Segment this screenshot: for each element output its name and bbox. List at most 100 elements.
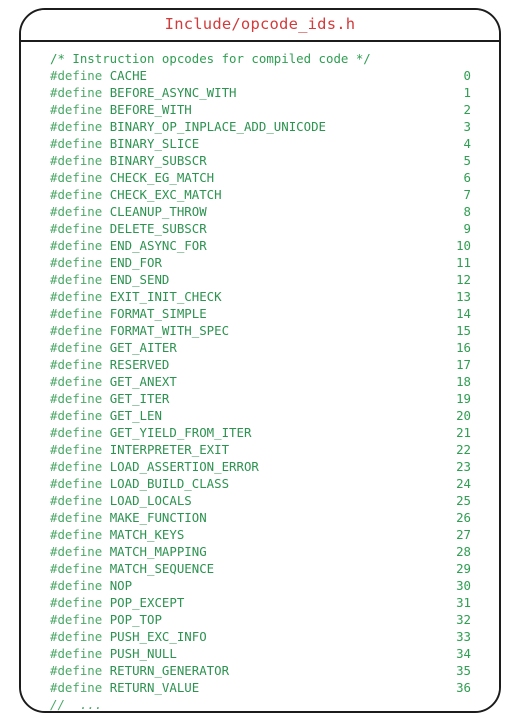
opcode-name: CACHE <box>109 68 147 83</box>
code-line-define: #define BINARY_SLICE 4 <box>21 135 499 152</box>
code-line-define: #define DELETE_SUBSCR 9 <box>21 220 499 237</box>
opcode-value: 5 <box>463 153 471 168</box>
code-line-define: #define PUSH_EXC_INFO 33 <box>21 628 499 645</box>
opcode-value: 11 <box>456 255 471 270</box>
code-line-define: #define GET_LEN 20 <box>21 407 499 424</box>
define-keyword: #define <box>50 629 110 644</box>
code-line-define: #define BEFORE_ASYNC_WITH 1 <box>21 84 499 101</box>
code-line-define: #define MAKE_FUNCTION 26 <box>21 509 499 526</box>
define-keyword: #define <box>50 391 110 406</box>
opcode-name: END_FOR <box>109 255 162 270</box>
define-keyword: #define <box>50 544 110 559</box>
define-keyword: #define <box>50 85 110 100</box>
opcode-value: 34 <box>456 646 471 661</box>
define-keyword: #define <box>50 238 110 253</box>
code-line-comment: /* Instruction opcodes for compiled code… <box>21 50 499 67</box>
opcode-value: 36 <box>456 680 471 695</box>
opcode-name: GET_ANEXT <box>109 374 177 389</box>
code-line-define: #define BINARY_OP_INPLACE_ADD_UNICODE 3 <box>21 118 499 135</box>
opcode-name: BEFORE_ASYNC_WITH <box>109 85 237 100</box>
screenshot-root: Include/opcode_ids.h /* Instruction opco… <box>0 0 519 723</box>
opcode-value: 25 <box>456 493 471 508</box>
define-keyword: #define <box>50 255 110 270</box>
opcode-name: EXIT_INIT_CHECK <box>109 289 222 304</box>
opcode-name: MATCH_MAPPING <box>109 544 207 559</box>
define-keyword: #define <box>50 561 110 576</box>
define-keyword: #define <box>50 170 110 185</box>
opcode-name: MAKE_FUNCTION <box>109 510 207 525</box>
code-line-define: #define GET_YIELD_FROM_ITER 21 <box>21 424 499 441</box>
opcode-name: FORMAT_SIMPLE <box>109 306 207 321</box>
file-card-titlebar: Include/opcode_ids.h <box>21 10 499 42</box>
code-line-define: #define CHECK_EG_MATCH 6 <box>21 169 499 186</box>
opcode-name: END_SEND <box>109 272 170 287</box>
define-keyword: #define <box>50 578 110 593</box>
define-keyword: #define <box>50 663 110 678</box>
define-keyword: #define <box>50 408 110 423</box>
opcode-name: FORMAT_WITH_SPEC <box>109 323 230 338</box>
code-line-define: #define POP_EXCEPT 31 <box>21 594 499 611</box>
opcode-name: BINARY_SUBSCR <box>109 153 207 168</box>
code-line-define: #define INTERPRETER_EXIT 22 <box>21 441 499 458</box>
opcode-value: 31 <box>456 595 471 610</box>
define-keyword: #define <box>50 527 110 542</box>
code-line-define: #define RESERVED 17 <box>21 356 499 373</box>
code-line-define: #define BINARY_SUBSCR 5 <box>21 152 499 169</box>
define-keyword: #define <box>50 102 110 117</box>
opcode-name: GET_AITER <box>109 340 177 355</box>
opcode-name: PUSH_NULL <box>109 646 177 661</box>
define-keyword: #define <box>50 136 110 151</box>
opcode-value: 3 <box>463 119 471 134</box>
opcode-value: 17 <box>456 357 471 372</box>
define-keyword: #define <box>50 187 110 202</box>
code-line-define: #define LOAD_ASSERTION_ERROR 23 <box>21 458 499 475</box>
opcode-value: 30 <box>456 578 471 593</box>
code-line-define: #define PUSH_NULL 34 <box>21 645 499 662</box>
code-line-define: #define BEFORE_WITH 2 <box>21 101 499 118</box>
define-keyword: #define <box>50 119 110 134</box>
define-keyword: #define <box>50 476 110 491</box>
code-line-define: #define POP_TOP 32 <box>21 611 499 628</box>
opcode-name: POP_EXCEPT <box>109 595 185 610</box>
file-path-title: Include/opcode_ids.h <box>164 15 356 34</box>
opcode-value: 12 <box>456 272 471 287</box>
opcode-name: NOP <box>109 578 133 593</box>
define-keyword: #define <box>50 442 110 457</box>
opcode-value: 26 <box>456 510 471 525</box>
code-line-define: #define MATCH_KEYS 27 <box>21 526 499 543</box>
opcode-value: 32 <box>456 612 471 627</box>
code-line-trailing-comment: // ... <box>21 696 499 712</box>
define-keyword: #define <box>50 595 110 610</box>
opcode-value: 18 <box>456 374 471 389</box>
opcode-name: LOAD_BUILD_CLASS <box>109 476 230 491</box>
define-keyword: #define <box>50 612 110 627</box>
code-line-define: #define GET_ANEXT 18 <box>21 373 499 390</box>
opcode-name: PUSH_EXC_INFO <box>109 629 207 644</box>
define-keyword: #define <box>50 425 110 440</box>
ellipsis-comment-token: // ... <box>50 697 103 712</box>
opcode-name: END_ASYNC_FOR <box>109 238 207 253</box>
code-line-define: #define CLEANUP_THROW 8 <box>21 203 499 220</box>
define-keyword: #define <box>50 323 110 338</box>
opcode-value: 0 <box>463 68 471 83</box>
define-keyword: #define <box>50 357 110 372</box>
comment-token: /* Instruction opcodes for compiled code… <box>50 51 371 66</box>
opcode-value: 21 <box>456 425 471 440</box>
code-line-define: #define MATCH_MAPPING 28 <box>21 543 499 560</box>
code-line-define: #define MATCH_SEQUENCE 29 <box>21 560 499 577</box>
code-line-define: #define END_FOR 11 <box>21 254 499 271</box>
code-line-define: #define CACHE 0 <box>21 67 499 84</box>
define-keyword: #define <box>50 646 110 661</box>
opcode-name: GET_ITER <box>109 391 170 406</box>
opcode-name: INTERPRETER_EXIT <box>109 442 230 457</box>
file-card-body: /* Instruction opcodes for compiled code… <box>21 42 499 712</box>
define-keyword: #define <box>50 68 110 83</box>
opcode-value: 28 <box>456 544 471 559</box>
opcode-name: CHECK_EG_MATCH <box>109 170 215 185</box>
opcode-value: 7 <box>463 187 471 202</box>
code-line-define: #define NOP 30 <box>21 577 499 594</box>
code-listing: /* Instruction opcodes for compiled code… <box>21 50 499 712</box>
opcode-name: CLEANUP_THROW <box>109 204 207 219</box>
code-line-define: #define EXIT_INIT_CHECK 13 <box>21 288 499 305</box>
define-keyword: #define <box>50 153 110 168</box>
